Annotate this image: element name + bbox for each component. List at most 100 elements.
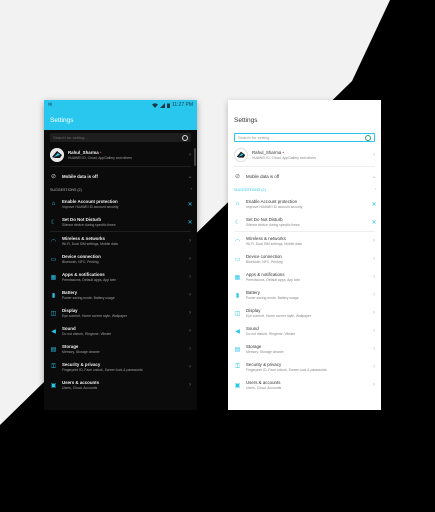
mobile-data-off-icon: ⊘	[234, 173, 241, 180]
notification-dot: •	[282, 150, 285, 155]
chevron-right-icon: ›	[189, 292, 191, 298]
row-title: Battery	[62, 290, 78, 295]
settings-item-security[interactable]: ⚿ Security & privacy Fingerprint ID, Face…	[228, 358, 381, 376]
row-title: Security & privacy	[246, 362, 282, 367]
settings-item-display[interactable]: ◫ Display Eye comfort, Home screen style,…	[228, 304, 381, 322]
settings-item-battery[interactable]: ▮ Battery Power saving mode, Battery usag…	[44, 286, 197, 304]
chevron-right-icon: ›	[189, 152, 191, 158]
chevron-right-icon: ›	[373, 346, 375, 352]
row-subtitle: Fingerprint ID, Face unlock, Screen lock…	[246, 368, 327, 372]
chevron-right-icon: ›	[373, 328, 375, 334]
suggestions-header: SUGGESTIONS (2) ⌃	[44, 185, 197, 195]
suggestion-do-not-disturb[interactable]: ☾ Set Do Not Disturb Silence device duri…	[228, 213, 381, 231]
settings-item-device-connection[interactable]: ▭ Device connection Bluetooth, NFC, Print…	[44, 250, 197, 268]
settings-item-sound[interactable]: ◀ Sound Do not disturb, Ringtone, Vibrate…	[228, 322, 381, 340]
row-subtitle: Silence device during specific times	[246, 223, 300, 227]
chevron-right-icon: ›	[373, 238, 375, 244]
moon-icon: ☾	[234, 219, 241, 226]
row-title: Storage	[62, 344, 79, 349]
row-subtitle: Eye comfort, Home screen style, Wallpape…	[246, 314, 312, 318]
settings-item-users[interactable]: ▣ Users & accounts Users, Cloud, Accounts…	[228, 376, 381, 394]
suggestions-header: SUGGESTIONS (2) ⌃	[228, 185, 381, 195]
phone-light-settings: Settings Search for setting... Rahul_Sha…	[228, 100, 381, 410]
lock-icon: ⚿	[51, 363, 56, 370]
row-subtitle: Improve HUAWEI ID account security	[246, 205, 303, 209]
account-name: Rahul_Sharma	[68, 150, 99, 155]
chevron-right-icon: ›	[373, 364, 375, 370]
close-icon[interactable]: ✕	[187, 201, 193, 208]
account-subtitle: HUAWEI ID, Cloud, AppGallery and others	[68, 156, 132, 160]
mobile-data-row[interactable]: ⊘ Mobile data is off ⌄	[44, 167, 197, 185]
settings-item-sound[interactable]: ◀ Sound Do not disturb, Ringtone, Vibrate…	[44, 322, 197, 340]
moon-icon: ☾	[50, 219, 57, 226]
row-subtitle: Eye comfort, Home screen style, Wallpape…	[62, 314, 128, 318]
chevron-right-icon: ›	[189, 382, 191, 388]
chevron-up-icon[interactable]: ⌃	[190, 188, 193, 192]
search-input[interactable]: Search for setting...	[234, 133, 375, 142]
account-subtitle: HUAWEI ID, Cloud, AppGallery and others	[252, 156, 316, 160]
row-title: Users & accounts	[62, 380, 100, 385]
chevron-right-icon: ›	[373, 292, 375, 298]
mobile-data-label: Mobile data is off	[246, 173, 280, 179]
row-title: Enable Account protection	[246, 199, 298, 204]
phone-dark-settings: ✉ 11:27 PM Settings Search for setting..…	[44, 100, 197, 410]
row-title: Set Do Not Disturb	[62, 217, 102, 222]
chevron-up-icon[interactable]: ⌃	[374, 188, 377, 192]
row-subtitle: Wi-Fi, Dual SIM settings, Mobile data	[62, 242, 118, 246]
settings-item-device-connection[interactable]: ▭ Device connection Bluetooth, NFC, Print…	[228, 250, 381, 268]
search-input[interactable]: Search for setting...	[50, 133, 191, 142]
chevron-right-icon: ›	[189, 310, 191, 316]
battery-icon: ▮	[51, 292, 56, 299]
row-subtitle: Bluetooth, NFC, Printing	[62, 260, 99, 264]
mobile-data-label: Mobile data is off	[62, 173, 98, 179]
row-subtitle: Wi-Fi, Dual SIM settings, Mobile data	[246, 242, 302, 246]
account-row[interactable]: Rahul_Sharma • HUAWEI ID, Cloud, AppGall…	[44, 144, 197, 166]
storage-icon: ▤	[50, 346, 57, 353]
display-icon: ◫	[234, 310, 241, 317]
settings-item-security[interactable]: ⚿ Security & privacy Fingerprint ID, Face…	[44, 358, 197, 376]
row-subtitle: Users, Cloud, Accounts	[246, 386, 282, 390]
row-title: Sound	[246, 326, 259, 331]
page-title: Settings	[50, 116, 74, 124]
mobile-data-row[interactable]: ⊘ Mobile data is off ⌄	[228, 167, 381, 185]
suggestions-label: SUGGESTIONS (2)	[234, 188, 266, 192]
suggestion-do-not-disturb[interactable]: ☾ Set Do Not Disturb Silence device duri…	[44, 213, 197, 231]
settings-item-users[interactable]: ▣ Users & accounts Users, Cloud, Accounts…	[44, 376, 197, 394]
google-icon[interactable]	[182, 134, 188, 141]
suggestion-account-protection[interactable]: ⌂ Enable Account protection Improve HUAW…	[228, 195, 381, 213]
settings-item-wireless[interactable]: ◠ Wireless & networks Wi-Fi, Dual SIM set…	[228, 232, 381, 250]
row-subtitle: Power saving mode, Battery usage	[246, 296, 299, 300]
account-row[interactable]: Rahul_Sharma • HUAWEI ID, Cloud, AppGall…	[228, 144, 381, 166]
chevron-down-icon[interactable]: ⌄	[187, 173, 193, 180]
settings-item-storage[interactable]: ▤ Storage Memory, Storage cleaner ›	[228, 340, 381, 358]
apps-icon: ▦	[50, 274, 57, 281]
display-icon: ◫	[50, 310, 57, 317]
row-subtitle: Do not disturb, Ringtone, Vibrate	[62, 332, 112, 336]
account-name: Rahul_Sharma	[252, 150, 282, 155]
battery-icon: ▮	[235, 292, 240, 299]
device-icon: ▭	[234, 256, 241, 263]
settings-item-display[interactable]: ◫ Display Eye comfort, Home screen style,…	[44, 304, 197, 322]
settings-item-storage[interactable]: ▤ Storage Memory, Storage cleaner ›	[44, 340, 197, 358]
settings-item-battery[interactable]: ▮ Battery Power saving mode, Battery usag…	[228, 286, 381, 304]
suggestion-account-protection[interactable]: ⌂ Enable Account protection Improve HUAW…	[44, 195, 197, 213]
row-title: Device connection	[62, 254, 101, 259]
chevron-right-icon: ›	[189, 256, 191, 262]
row-title: Display	[62, 308, 78, 313]
signal-icon	[159, 102, 165, 108]
chevron-right-icon: ›	[373, 310, 375, 316]
chevron-down-icon[interactable]: ⌄	[371, 173, 377, 180]
settings-item-apps[interactable]: ▦ Apps & notifications Permissions, Defau…	[44, 268, 197, 286]
row-subtitle: Improve HUAWEI ID account security	[62, 205, 119, 209]
settings-item-apps[interactable]: ▦ Apps & notifications Permissions, Defau…	[228, 268, 381, 286]
row-title: Security & privacy	[62, 362, 101, 367]
close-icon[interactable]: ✕	[187, 219, 193, 226]
chevron-right-icon: ›	[189, 364, 191, 370]
scrollbar[interactable]	[194, 148, 196, 166]
chevron-right-icon: ›	[373, 274, 375, 280]
close-icon[interactable]: ✕	[371, 219, 377, 226]
google-icon[interactable]	[365, 134, 371, 141]
close-icon[interactable]: ✕	[371, 201, 377, 208]
user-icon: ▣	[234, 382, 241, 389]
sidebar-item-wireless[interactable]: ◠ Wireless & networks Wi-Fi, Dual SIM set…	[44, 232, 197, 250]
